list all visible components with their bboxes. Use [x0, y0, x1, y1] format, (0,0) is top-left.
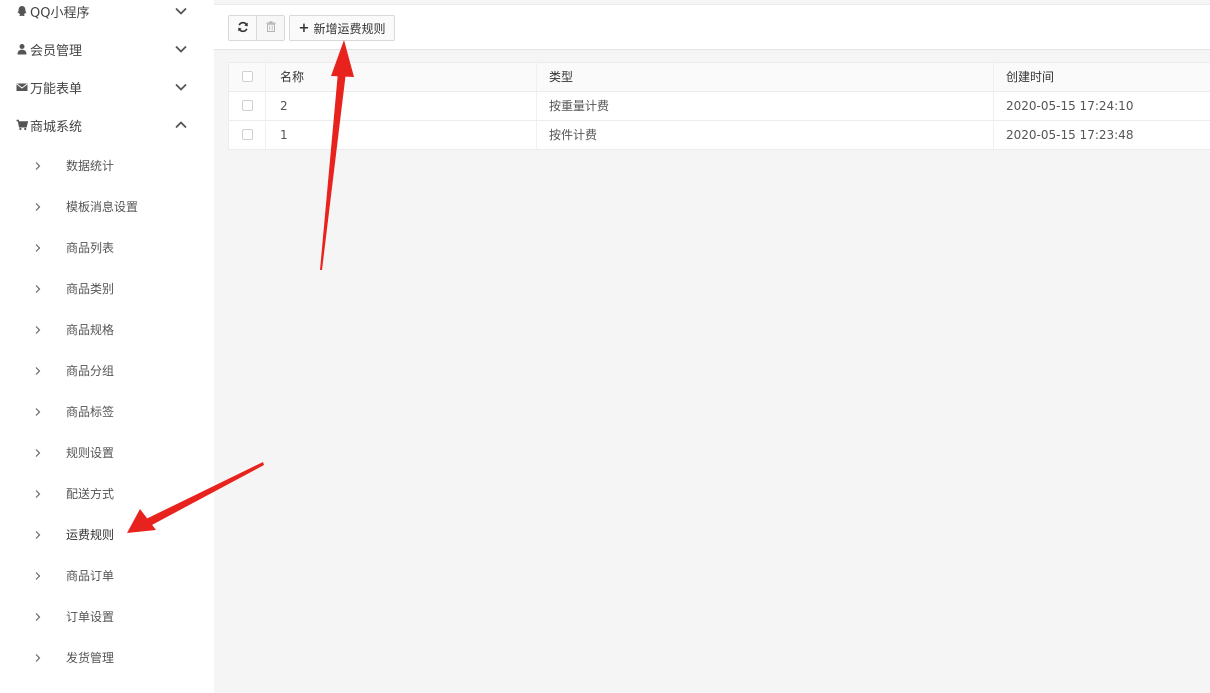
- sidebar-subitem-product-list[interactable]: 商品列表: [0, 231, 214, 263]
- chevron-right-icon: [34, 283, 42, 293]
- sidebar-subitem-product-spec[interactable]: 商品规格: [0, 313, 214, 345]
- chevron-down-icon: [174, 42, 188, 56]
- cart-icon: [16, 119, 28, 131]
- shipping-rules-table: 名称 类型 创建时间 2 按重量计费 2020-05-15 17:24:10 1: [228, 62, 1210, 150]
- sidebar-subitem-label: 商品分组: [66, 363, 115, 378]
- chevron-right-icon: [34, 611, 42, 621]
- sidebar-subitem-delivery-method[interactable]: 配送方式: [0, 477, 214, 509]
- toolbar: + 新增运费规则: [214, 4, 1210, 50]
- sidebar-subitem-label: 商品标签: [66, 404, 115, 419]
- select-all-checkbox[interactable]: [242, 71, 253, 82]
- column-divider: [993, 63, 994, 91]
- chevron-right-icon: [34, 447, 42, 457]
- column-header-name[interactable]: 名称: [280, 63, 304, 91]
- sidebar-subitem-label: 模板消息设置: [66, 199, 139, 214]
- app-window: QQ小程序 会员管理 万能表单 商城系统 数据统计 模板消息设置 商品列表 商品…: [0, 0, 1210, 693]
- table-row[interactable]: 1 按件计费 2020-05-15 17:23:48: [229, 121, 1210, 149]
- chevron-down-icon: [174, 80, 188, 94]
- sidebar-subitem-template-message[interactable]: 模板消息设置: [0, 190, 214, 222]
- chevron-right-icon: [34, 365, 42, 375]
- column-header-created-time[interactable]: 创建时间: [1006, 63, 1054, 91]
- cell-created-time: 2020-05-15 17:24:10: [1006, 99, 1134, 113]
- column-divider: [265, 63, 266, 91]
- sidebar: QQ小程序 会员管理 万能表单 商城系统 数据统计 模板消息设置 商品列表 商品…: [0, 0, 214, 693]
- cell-created-time: 2020-05-15 17:23:48: [1006, 128, 1134, 142]
- sidebar-subitem-label: 商品规格: [66, 322, 115, 337]
- column-divider: [265, 121, 266, 149]
- sidebar-menu-label: QQ小程序: [30, 5, 90, 21]
- sidebar-subitem-label: 商品列表: [66, 240, 115, 255]
- chevron-right-icon: [34, 201, 42, 211]
- sidebar-menu-member-management[interactable]: 会员管理: [0, 30, 214, 68]
- add-shipping-rule-button[interactable]: + 新增运费规则: [289, 15, 395, 41]
- column-divider: [536, 92, 537, 120]
- chevron-right-icon: [34, 242, 42, 252]
- chevron-up-icon: [174, 118, 188, 132]
- user-icon: [16, 43, 28, 55]
- cell-name: 2: [280, 99, 288, 113]
- chevron-right-icon: [34, 652, 42, 662]
- sidebar-subitem-data-statistics[interactable]: 数据统计: [0, 149, 214, 181]
- sidebar-subitem-label: 商品订单: [66, 568, 115, 583]
- sidebar-subitem-order-settings[interactable]: 订单设置: [0, 600, 214, 632]
- column-divider: [536, 121, 537, 149]
- table-row[interactable]: 2 按重量计费 2020-05-15 17:24:10: [229, 92, 1210, 121]
- delete-button[interactable]: [256, 15, 285, 41]
- cell-type: 按件计费: [549, 128, 598, 142]
- main-content: + 新增运费规则 名称 类型 创建时间 2 按重量计费 2020-05-15 1…: [214, 0, 1210, 693]
- sidebar-menu-qq-miniprogram[interactable]: QQ小程序: [0, 0, 214, 30]
- trash-icon: [266, 21, 276, 35]
- chevron-right-icon: [34, 488, 42, 498]
- refresh-icon: [237, 21, 249, 36]
- table-header-row: 名称 类型 创建时间: [229, 63, 1210, 92]
- chevron-down-icon: [174, 4, 188, 18]
- sidebar-subitem-shipping-management[interactable]: 发货管理: [0, 641, 214, 673]
- chevron-right-icon: [34, 160, 42, 170]
- sidebar-subitem-label: 运费规则: [66, 527, 115, 542]
- sidebar-subitem-rule-settings[interactable]: 规则设置: [0, 436, 214, 468]
- row-checkbox[interactable]: [242, 129, 253, 140]
- sidebar-subitem-label: 发货管理: [66, 650, 115, 665]
- sidebar-menu-label: 万能表单: [30, 81, 83, 97]
- sidebar-subitem-label: 商品类别: [66, 281, 115, 296]
- sidebar-subitem-label: 数据统计: [66, 158, 115, 173]
- column-divider: [265, 92, 266, 120]
- sidebar-subitem-label: 订单设置: [66, 609, 115, 624]
- sidebar-menu-label: 会员管理: [30, 43, 83, 59]
- column-divider: [993, 121, 994, 149]
- plus-icon: +: [298, 20, 310, 36]
- sidebar-menu-universal-form[interactable]: 万能表单: [0, 68, 214, 106]
- cell-type: 按重量计费: [549, 99, 610, 113]
- row-checkbox[interactable]: [242, 100, 253, 111]
- column-divider: [993, 92, 994, 120]
- chevron-right-icon: [34, 570, 42, 580]
- qq-icon: [16, 5, 28, 17]
- sidebar-subitem-shipping-rules[interactable]: 运费规则: [0, 518, 214, 550]
- sidebar-subitem-label: 规则设置: [66, 445, 115, 460]
- cell-name: 1: [280, 128, 288, 142]
- chevron-right-icon: [34, 406, 42, 416]
- add-button-label: 新增运费规则: [313, 21, 386, 36]
- column-header-type[interactable]: 类型: [549, 63, 573, 91]
- sidebar-menu-label: 商城系统: [30, 119, 83, 135]
- sidebar-subitem-label: 配送方式: [66, 486, 115, 501]
- sidebar-menu-mall-system[interactable]: 商城系统: [0, 106, 214, 144]
- sidebar-subitem-product-group[interactable]: 商品分组: [0, 354, 214, 386]
- chevron-right-icon: [34, 324, 42, 334]
- sidebar-subitem-product-orders[interactable]: 商品订单: [0, 559, 214, 591]
- sidebar-subitem-product-tag[interactable]: 商品标签: [0, 395, 214, 427]
- envelope-icon: [16, 81, 28, 93]
- chevron-right-icon: [34, 529, 42, 539]
- column-divider: [536, 63, 537, 91]
- sidebar-subitem-product-category[interactable]: 商品类别: [0, 272, 214, 304]
- refresh-button[interactable]: [228, 15, 257, 41]
